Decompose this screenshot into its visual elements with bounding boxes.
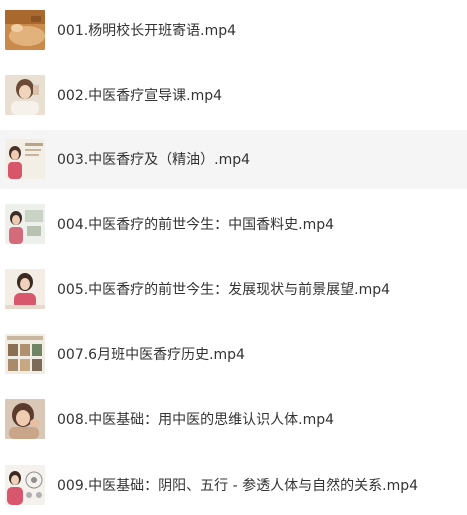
video-thumbnail [5, 269, 45, 309]
video-thumbnail [5, 139, 45, 179]
file-name: 004.中医香疗的前世今生：中国香料史.mp4 [57, 217, 335, 233]
file-name: 007.6月班中医香疗历史.mp4 [57, 347, 245, 363]
file-item[interactable]: 007.6月班中医香疗历史.mp4 [0, 325, 467, 384]
file-name: 009.中医基础：阴阳、五行 - 参透人体与自然的关系.mp4 [57, 478, 419, 494]
file-name: 003.中医香疗及（精油）.mp4 [57, 152, 251, 168]
file-item[interactable]: 009.中医基础：阴阳、五行 - 参透人体与自然的关系.mp4 [0, 456, 467, 515]
file-item[interactable]: 001.杨明校长开班寄语.mp4 [0, 0, 467, 59]
file-item[interactable]: 008.中医基础：用中医的思维认识人体.mp4 [0, 390, 467, 449]
file-item[interactable]: 002.中医香疗宣导课.mp4 [0, 66, 467, 125]
file-name: 001.杨明校长开班寄语.mp4 [57, 23, 237, 39]
video-thumbnail [5, 334, 45, 374]
file-name: 005.中医香疗的前世今生：发展现状与前景展望.mp4 [57, 282, 391, 298]
file-list: 001.杨明校长开班寄语.mp4 002.中医香疗宣导课.mp4 003.中医香… [0, 0, 467, 514]
video-thumbnail [5, 10, 45, 50]
file-item[interactable]: 004.中医香疗的前世今生：中国香料史.mp4 [0, 195, 467, 254]
file-name: 002.中医香疗宣导课.mp4 [57, 88, 223, 104]
file-name: 008.中医基础：用中医的思维认识人体.mp4 [57, 412, 335, 428]
video-thumbnail [5, 399, 45, 439]
file-item[interactable]: 005.中医香疗的前世今生：发展现状与前景展望.mp4 [0, 260, 467, 319]
video-thumbnail [5, 204, 45, 244]
video-thumbnail [5, 465, 45, 505]
video-thumbnail [5, 75, 45, 115]
file-item[interactable]: 003.中医香疗及（精油）.mp4 [0, 130, 467, 189]
